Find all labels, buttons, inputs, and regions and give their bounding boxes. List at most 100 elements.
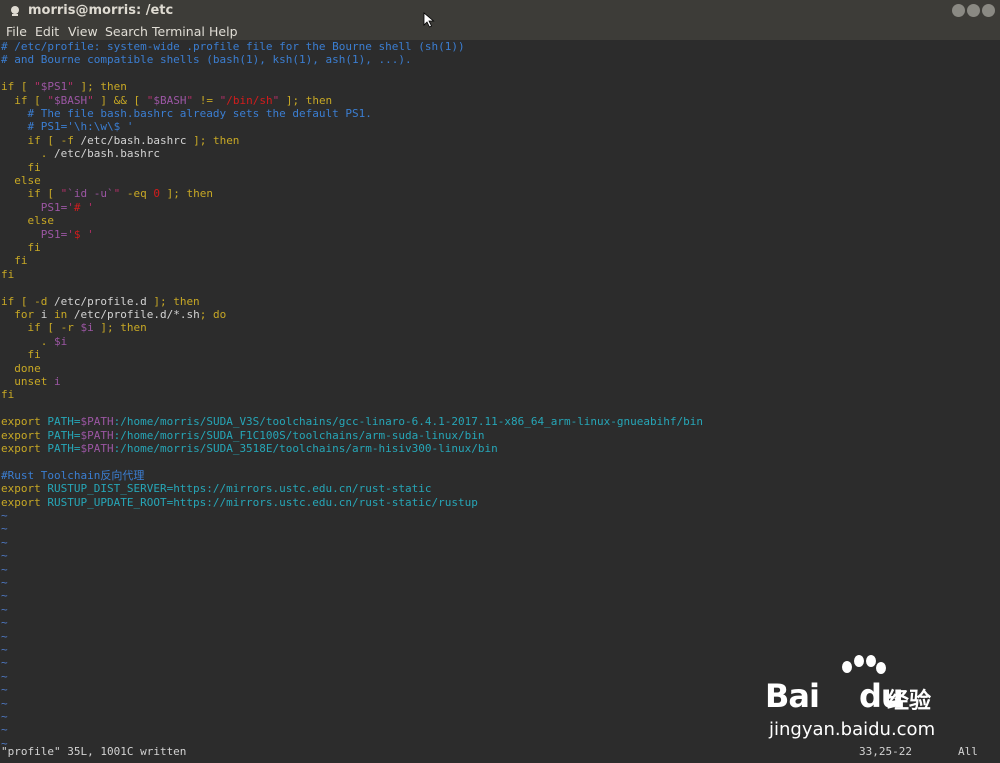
editor-line: unset i (1, 375, 60, 388)
editor-line: . $i (1, 334, 68, 348)
code-token: 0 (153, 187, 160, 201)
editor-line: export PATH=$PATH:/home/morris/SUDA_V3S/… (1, 415, 703, 428)
code-token: RUSTUP_UPDATE_ROOT=https://mirrors.ustc.… (47, 495, 478, 509)
editor-line: fi (1, 348, 41, 362)
editor-line: else (1, 174, 41, 187)
code-token: $ (73, 227, 88, 241)
minimize-button[interactable] (952, 4, 965, 17)
watermark-brand: Bai du (765, 677, 904, 715)
code-token: # (73, 200, 88, 214)
empty-line-marker: ~ (1, 522, 8, 536)
editor-line: if [ "`id -u`" -eq 0 ]; then (1, 187, 212, 201)
editor-line: export RUSTUP_DIST_SERVER=https://mirror… (1, 482, 431, 495)
vim-editor[interactable]: # /etc/profile: system-wide .profile fil… (1, 40, 1000, 750)
editor-line: fi (1, 241, 41, 254)
editor-line: if [ "$BASH" ] && [ "$BASH" != "/bin/sh"… (1, 94, 332, 107)
code-token: ]; then (93, 321, 147, 335)
code-token: fi (1, 348, 41, 362)
editor-line: if [ -d /etc/profile.d ]; then (1, 295, 200, 308)
editor-line: # /etc/profile: system-wide .profile fil… (1, 40, 465, 53)
menu-edit[interactable]: Edit (35, 24, 59, 39)
editor-line: for i in /etc/profile.d/*.sh; do (1, 308, 226, 321)
code-token: :/home/morris/SUDA_F1C100S/toolchains/ar… (113, 428, 485, 442)
code-token: # PS1='\h:\w\$ ' (1, 120, 134, 134)
code-token: $PS1 (40, 80, 68, 94)
empty-line-marker: ~ (1, 576, 8, 589)
code-token: ]; then (186, 133, 240, 147)
code-token: # and Bourne compatible shells (bash(1),… (1, 53, 412, 67)
window-title: morris@morris: /etc (28, 3, 174, 18)
code-token: # The file bash.bashrc already sets the … (1, 107, 372, 120)
code-token: ' (67, 200, 74, 214)
code-token: if [ (1, 187, 61, 201)
watermark-cn: 经验 (887, 689, 932, 714)
menu-search[interactable]: Search (105, 24, 148, 39)
code-token: export (1, 428, 48, 442)
code-token: #Rust Toolchain反向代理 (1, 468, 145, 482)
code-token: # /etc/profile: system-wide .profile fil… (1, 40, 465, 53)
menu-file[interactable]: File (6, 24, 27, 39)
code-token: " (47, 93, 54, 107)
code-token: done (1, 361, 41, 375)
code-token: export (1, 442, 48, 455)
code-token: if [ (1, 80, 35, 94)
editor-line: export PATH=$PATH:/home/morris/SUDA_3518… (1, 442, 498, 455)
code-token: else (1, 214, 54, 228)
empty-line-marker: ~ (1, 669, 8, 683)
editor-line: if [ -r $i ]; then (1, 321, 147, 335)
code-token: export (1, 415, 48, 429)
empty-line-marker: ~ (1, 616, 8, 630)
code-token: $i (80, 321, 94, 335)
code-token: " (67, 80, 74, 94)
menu-help[interactable]: Help (209, 24, 238, 39)
empty-line-marker: ~ (1, 696, 8, 710)
code-token: ] && [ (93, 93, 147, 107)
code-token: ' (87, 227, 94, 241)
maximize-button[interactable] (967, 4, 980, 17)
code-token: ]; then (279, 93, 333, 107)
editor-line: export RUSTUP_UPDATE_ROOT=https://mirror… (1, 496, 478, 509)
code-token: export (1, 482, 48, 496)
editor-line: # and Bourne compatible shells (bash(1),… (1, 53, 412, 66)
empty-line-marker: ~ (1, 535, 8, 549)
code-token: unset (1, 375, 54, 388)
menu-view[interactable]: View (68, 24, 98, 39)
empty-line-marker: ~ (1, 509, 8, 522)
title-bar[interactable]: morris@morris: /etc (0, 0, 1000, 22)
empty-line-marker: ~ (1, 683, 8, 697)
code-token: /bin/sh (226, 93, 273, 107)
code-token: for (1, 308, 41, 321)
close-button[interactable] (982, 4, 995, 17)
editor-line: PS1='$ ' (1, 228, 94, 241)
code-token: fi (1, 267, 15, 281)
menu-terminal[interactable]: Terminal (152, 24, 205, 39)
editor-line: fi (1, 388, 14, 401)
code-token: if [ -f (1, 133, 81, 147)
code-token: ; do (199, 308, 227, 321)
editor-line: else (1, 214, 54, 227)
code-token: . (1, 334, 54, 348)
editor-line: PS1='# ' (1, 201, 94, 214)
watermark-url: jingyan.baidu.com (769, 719, 936, 740)
code-token: ]; then (146, 294, 200, 308)
code-token: PS1= (40, 227, 68, 241)
editor-line: fi (1, 160, 41, 174)
code-token: fi (1, 160, 41, 174)
code-token: != (193, 93, 220, 107)
empty-line-marker: ~ (1, 710, 8, 723)
code-token: PATH= (47, 442, 81, 455)
editor-line: if [ -f /etc/bash.bashrc ]; then (1, 134, 239, 147)
code-token: fi (1, 241, 41, 254)
code-token: /etc/bash.bashrc (53, 147, 160, 161)
editor-line: export PATH=$PATH:/home/morris/SUDA_F1C1… (1, 429, 484, 442)
empty-line-marker: ~ (1, 656, 8, 670)
code-token: fi (1, 388, 15, 402)
code-token: else (1, 174, 41, 187)
empty-line-marker: ~ (1, 589, 8, 603)
empty-line-marker: ~ (1, 643, 8, 656)
code-token: :/home/morris/SUDA_3518E/toolchains/arm-… (113, 442, 498, 455)
code-token: $PATH (80, 442, 114, 455)
code-token: /etc/profile.d (53, 294, 147, 308)
